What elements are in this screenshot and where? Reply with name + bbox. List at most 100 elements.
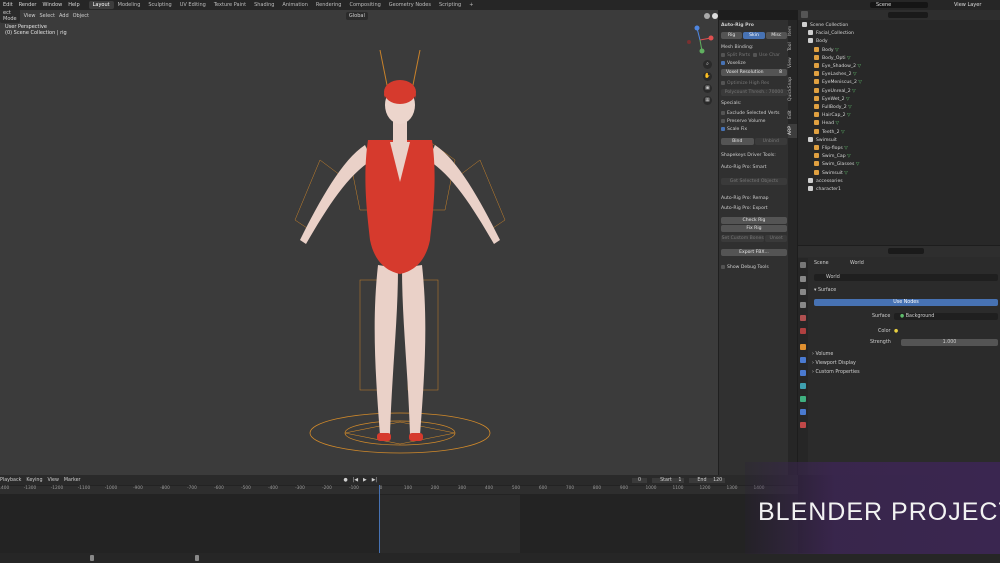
mode-selector[interactable]: ect Mode [0,10,20,23]
use-nodes-button[interactable]: Use Nodes [814,299,998,306]
solid-shading-icon[interactable] [711,12,718,19]
view-layer-tab-icon[interactable] [800,302,806,308]
outliner-row[interactable]: Swimsuit ▽ [814,169,848,178]
tab-rig[interactable]: Rig [721,32,743,39]
viewport-menu-select[interactable]: Select [40,13,55,19]
tab-skin[interactable]: Skin [743,32,765,39]
outliner-row[interactable]: Swim_Cap ▽ [814,153,851,161]
sidebar-tab-quicksnap[interactable]: QuickSnap [788,72,797,106]
outliner-row[interactable]: EyeUnreal_2 ▽ [814,87,856,96]
playback-menu[interactable]: Playback [0,478,21,483]
world-tab-icon[interactable] [800,328,806,334]
sidebar-tab-arp[interactable]: ARP [788,124,797,138]
outliner-row[interactable]: EyeMeniscus_2 ▽ [814,79,862,87]
split-parts-row[interactable]: Split Parts Use Char [721,52,787,59]
outliner-row[interactable]: EyeLashes_2 ▽ [814,71,857,79]
3d-viewport[interactable]: ect Mode View Select Add Object Global U… [0,10,718,475]
get-selected-objects-button[interactable]: Get Selected Objects [721,178,787,185]
outliner-row[interactable]: Head ▽ [814,120,839,128]
export-fbx-button[interactable]: Export FBX... [721,249,787,256]
tab-texture-paint[interactable]: Texture Paint [210,1,250,9]
add-workspace-icon[interactable]: + [465,1,477,9]
tab-modeling[interactable]: Modeling [114,1,145,9]
world-selector[interactable]: World [814,274,998,281]
tab-scripting[interactable]: Scripting [435,1,465,9]
scene-breadcrumb[interactable]: Scene [814,260,829,267]
jump-end-icon[interactable]: ▶| [372,478,377,483]
sidebar-tab-view[interactable]: View [788,56,797,70]
outliner-row[interactable]: Scene Collection [802,22,848,30]
sidebar-tab-tool[interactable]: Tool [788,40,797,54]
menu-window[interactable]: Window [40,2,66,8]
play-icon[interactable]: ▶ [363,478,367,483]
menu-render[interactable]: Render [16,2,40,8]
outliner-row[interactable]: HairCap_2 ▽ [814,112,851,120]
set-custom-bones-button[interactable]: Set Custom Bones [721,235,765,242]
physics-tab-icon[interactable] [800,383,806,389]
object-tab-icon[interactable] [800,344,806,350]
tab-geometry-nodes[interactable]: Geometry Nodes [385,1,435,9]
record-icon[interactable]: ● [344,478,348,483]
outliner-row[interactable]: EyeWet_2 ▽ [814,95,850,104]
surface-shader-field[interactable]: ● Background [894,313,998,320]
outliner-row[interactable]: Facial_Collection [808,30,854,38]
pan-hand-icon[interactable]: ✋ [703,72,712,81]
world-breadcrumb[interactable]: World [850,260,864,267]
render-tab-icon[interactable] [800,276,806,282]
unset-button[interactable]: Unset [765,235,787,242]
menu-help[interactable]: Help [65,2,82,8]
outliner-row[interactable]: Eye_Shadow_2 ▽ [814,63,861,71]
current-frame-field[interactable]: 0 [632,477,648,483]
jump-start-icon[interactable]: |◀ [353,478,358,483]
unbind-button[interactable]: Unbind [754,138,787,145]
outliner-editor-icon[interactable] [801,11,808,18]
outliner-row[interactable]: Swimsuit [808,136,837,145]
timeline-ruler[interactable]: -1400-1300-1200-1100-1000-900-800-700-60… [0,486,798,494]
voxel-resolution-field[interactable]: Voxel Resolution 8 [721,69,787,76]
modifier-tab-icon[interactable] [800,357,806,363]
viewport-menu-view[interactable]: View [24,13,36,19]
grid-icon[interactable]: ▦ [703,96,712,105]
texture-tab-icon[interactable] [800,422,806,428]
arp-remap-header[interactable]: Auto-Rig Pro: Remap [721,195,787,202]
end-frame-field[interactable]: End 120 [689,477,726,483]
scene-selector[interactable]: Scene [870,2,928,8]
outliner-row[interactable]: accessories [808,177,843,186]
marker-menu[interactable]: Marker [64,478,81,483]
tab-compositing[interactable]: Compositing [345,1,384,9]
volume-panel-header[interactable]: › Volume [812,351,833,358]
arp-smart-header[interactable]: Auto-Rig Pro: Smart [721,164,787,171]
zoom-icon[interactable]: ⌕ [703,60,712,69]
fix-rig-button[interactable]: Fix Rig [721,225,787,232]
scene-tab-icon[interactable] [800,315,806,321]
outliner-row[interactable]: Body [808,38,828,46]
constraints-tab-icon[interactable] [800,396,806,402]
arp-export-header[interactable]: Auto-Rig Pro: Export [721,205,787,212]
output-tab-icon[interactable] [800,289,806,295]
polycount-field[interactable]: Polycount Thresh.: 70000 [721,89,787,96]
outliner-row[interactable]: Body_Opti ▽ [814,54,851,63]
timeline-view-menu[interactable]: View [48,478,59,483]
playhead[interactable] [379,485,380,553]
shapekeys-driver-tools[interactable]: Shapekeys Driver Tools: [721,152,787,159]
orientation-selector[interactable]: Global [345,11,368,20]
bind-button[interactable]: Bind [721,138,754,145]
start-frame-field[interactable]: Start 1 [652,477,685,483]
tab-shading[interactable]: Shading [250,1,278,9]
outliner-row[interactable]: Flip-flops ▽ [814,145,848,153]
sidebar-tab-item[interactable]: Item [788,24,797,38]
view-layer-selector[interactable]: View Layer [954,1,981,9]
scale-fix-checkbox[interactable]: Scale Fix [721,126,787,133]
show-debug-tools-checkbox[interactable]: Show Debug Tools [721,264,787,271]
camera-icon[interactable]: ▣ [703,84,712,93]
outliner-row[interactable]: FullBody_2 ▽ [814,104,852,112]
wireframe-shading-icon[interactable] [703,12,710,19]
strength-field[interactable]: 1.000 [901,339,998,346]
preserve-volume-checkbox[interactable]: Preserve Volume [721,118,787,125]
outliner-row[interactable]: Swim_Glasses ▽ [814,161,859,169]
navigation-gizmo[interactable] [685,25,715,55]
outliner-row[interactable]: Body ▽ [814,46,839,55]
viewport-display-panel-header[interactable]: › Viewport Display [812,360,856,367]
character-model[interactable] [280,50,530,470]
voxelize-checkbox[interactable]: Voxelize [721,60,787,67]
